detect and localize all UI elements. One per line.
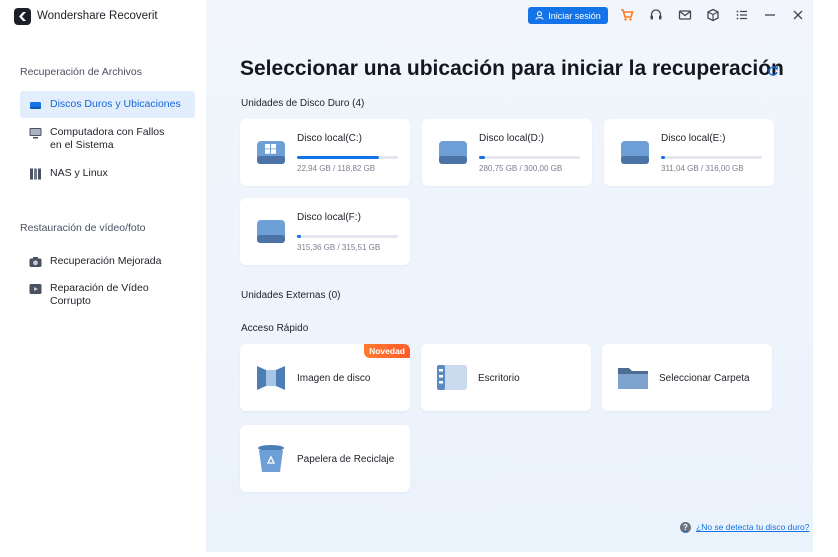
- section-label-file-recovery: Recuperación de Archivos: [20, 66, 142, 78]
- app-logo-icon: [14, 8, 31, 25]
- help-link-label: ¿No se detecta tu disco duro?: [696, 522, 810, 532]
- main-panel: Iniciar sesión Seleccionar una ubicación…: [206, 0, 813, 552]
- folder-icon: [618, 368, 648, 389]
- new-badge: Novedad: [364, 344, 410, 358]
- drive-size: 311,04 GB / 316,00 GB: [661, 164, 744, 173]
- drive-usage-fill: [479, 156, 486, 159]
- quick-select-folder[interactable]: Seleccionar Carpeta: [602, 344, 772, 411]
- drive-card-e[interactable]: Disco local(E:) 311,04 GB / 316,00 GB: [604, 119, 774, 186]
- quick-disk-image[interactable]: Imagen de disco Novedad: [240, 344, 410, 411]
- drive-name: Disco local(E:): [661, 133, 726, 144]
- page-title: Seleccionar una ubicación para iniciar l…: [240, 57, 784, 80]
- quick-recycle-bin[interactable]: Papelera de Reciclaje: [240, 425, 410, 492]
- sidebar-item-nas-linux[interactable]: NAS y Linux: [20, 167, 195, 180]
- app-title: Wondershare Recoverit: [37, 10, 158, 22]
- quick-item-label: Imagen de disco: [297, 373, 371, 384]
- menu-icon[interactable]: [735, 8, 749, 22]
- drive-icon: [30, 102, 41, 109]
- drive-usage-fill: [297, 156, 379, 159]
- sidebar-item-label: Computadora con Fallos en el Sistema: [50, 126, 165, 151]
- quick-item-label: Seleccionar Carpeta: [659, 373, 750, 384]
- box-icon[interactable]: [706, 8, 720, 22]
- drive-usage-fill: [297, 235, 302, 238]
- monitor-icon: [29, 128, 42, 139]
- sidebar-item-label: Recuperación Mejorada: [50, 255, 162, 267]
- drive-card-d[interactable]: Disco local(D:) 280,75 GB / 300,00 GB: [422, 119, 592, 186]
- quick-item-label: Papelera de Reciclaje: [297, 454, 395, 465]
- drive-name: Disco local(F:): [297, 212, 361, 223]
- app-window: Wondershare Recoverit Recuperación de Ar…: [0, 0, 813, 552]
- drive-usage-fill: [661, 156, 666, 159]
- sidebar-item-hard-drives[interactable]: Discos Duros y Ubicaciones: [20, 91, 195, 118]
- quick-desktop[interactable]: Escritorio: [421, 344, 591, 411]
- sidebar-item-label: Reparación de Vídeo Corrupto: [50, 282, 149, 307]
- drive-usage-bar: [297, 156, 398, 159]
- windows-drive-icon: [257, 141, 285, 164]
- drive-icon: [257, 220, 285, 243]
- close-icon[interactable]: [791, 8, 805, 22]
- external-drives-label: Unidades Externas (0): [241, 290, 341, 301]
- signin-label: Iniciar sesión: [548, 10, 601, 21]
- user-icon: [535, 11, 544, 20]
- sidebar-item-enhanced-recovery[interactable]: Recuperación Mejorada: [20, 255, 195, 268]
- signin-button[interactable]: Iniciar sesión: [528, 7, 608, 24]
- drive-card-c[interactable]: Disco local(C:) 22,94 GB / 118,82 GB: [240, 119, 410, 186]
- desktop-icon: [437, 365, 467, 390]
- drive-name: Disco local(C:): [297, 133, 363, 144]
- drive-size: 315,36 GB / 315,51 GB: [297, 243, 381, 252]
- refresh-icon[interactable]: [767, 65, 779, 77]
- sidebar-item-label: NAS y Linux: [50, 167, 108, 179]
- drive-name: Disco local(D:): [479, 133, 545, 144]
- mail-icon[interactable]: [678, 8, 692, 22]
- disk-image-icon: [257, 366, 285, 390]
- sidebar-item-video-repair[interactable]: Reparación de Vídeo Corrupto: [20, 282, 195, 308]
- headset-icon[interactable]: [649, 8, 663, 22]
- nas-icon: [30, 168, 41, 180]
- drive-card-f[interactable]: Disco local(F:) 315,36 GB / 315,51 GB: [240, 198, 410, 265]
- drive-icon: [621, 141, 649, 164]
- cart-icon[interactable]: [620, 8, 634, 22]
- recycle-bin-icon: [258, 445, 284, 472]
- video-repair-icon: [29, 284, 42, 294]
- sidebar: Wondershare Recoverit Recuperación de Ar…: [0, 0, 206, 552]
- sidebar-item-label: Discos Duros y Ubicaciones: [50, 98, 181, 110]
- drive-usage-bar: [297, 235, 398, 238]
- hard-drives-label: Unidades de Disco Duro (4): [241, 98, 365, 109]
- question-icon: ?: [680, 521, 691, 533]
- quick-item-label: Escritorio: [478, 373, 520, 384]
- section-label-video-photo: Restauración de vídeo/foto: [20, 222, 146, 234]
- drive-usage-bar: [661, 156, 762, 159]
- quick-access-label: Acceso Rápido: [241, 323, 309, 334]
- drive-size: 22,94 GB / 118,82 GB: [297, 164, 376, 173]
- drive-usage-bar: [479, 156, 580, 159]
- sidebar-item-crashed-computer[interactable]: Computadora con Fallos en el Sistema: [20, 126, 195, 152]
- drive-not-detected-link[interactable]: ? ¿No se detecta tu disco duro?: [680, 520, 809, 534]
- camera-icon: [29, 257, 42, 267]
- minimize-icon[interactable]: [763, 8, 777, 22]
- drive-size: 280,75 GB / 300,00 GB: [479, 164, 563, 173]
- drive-icon: [439, 141, 467, 164]
